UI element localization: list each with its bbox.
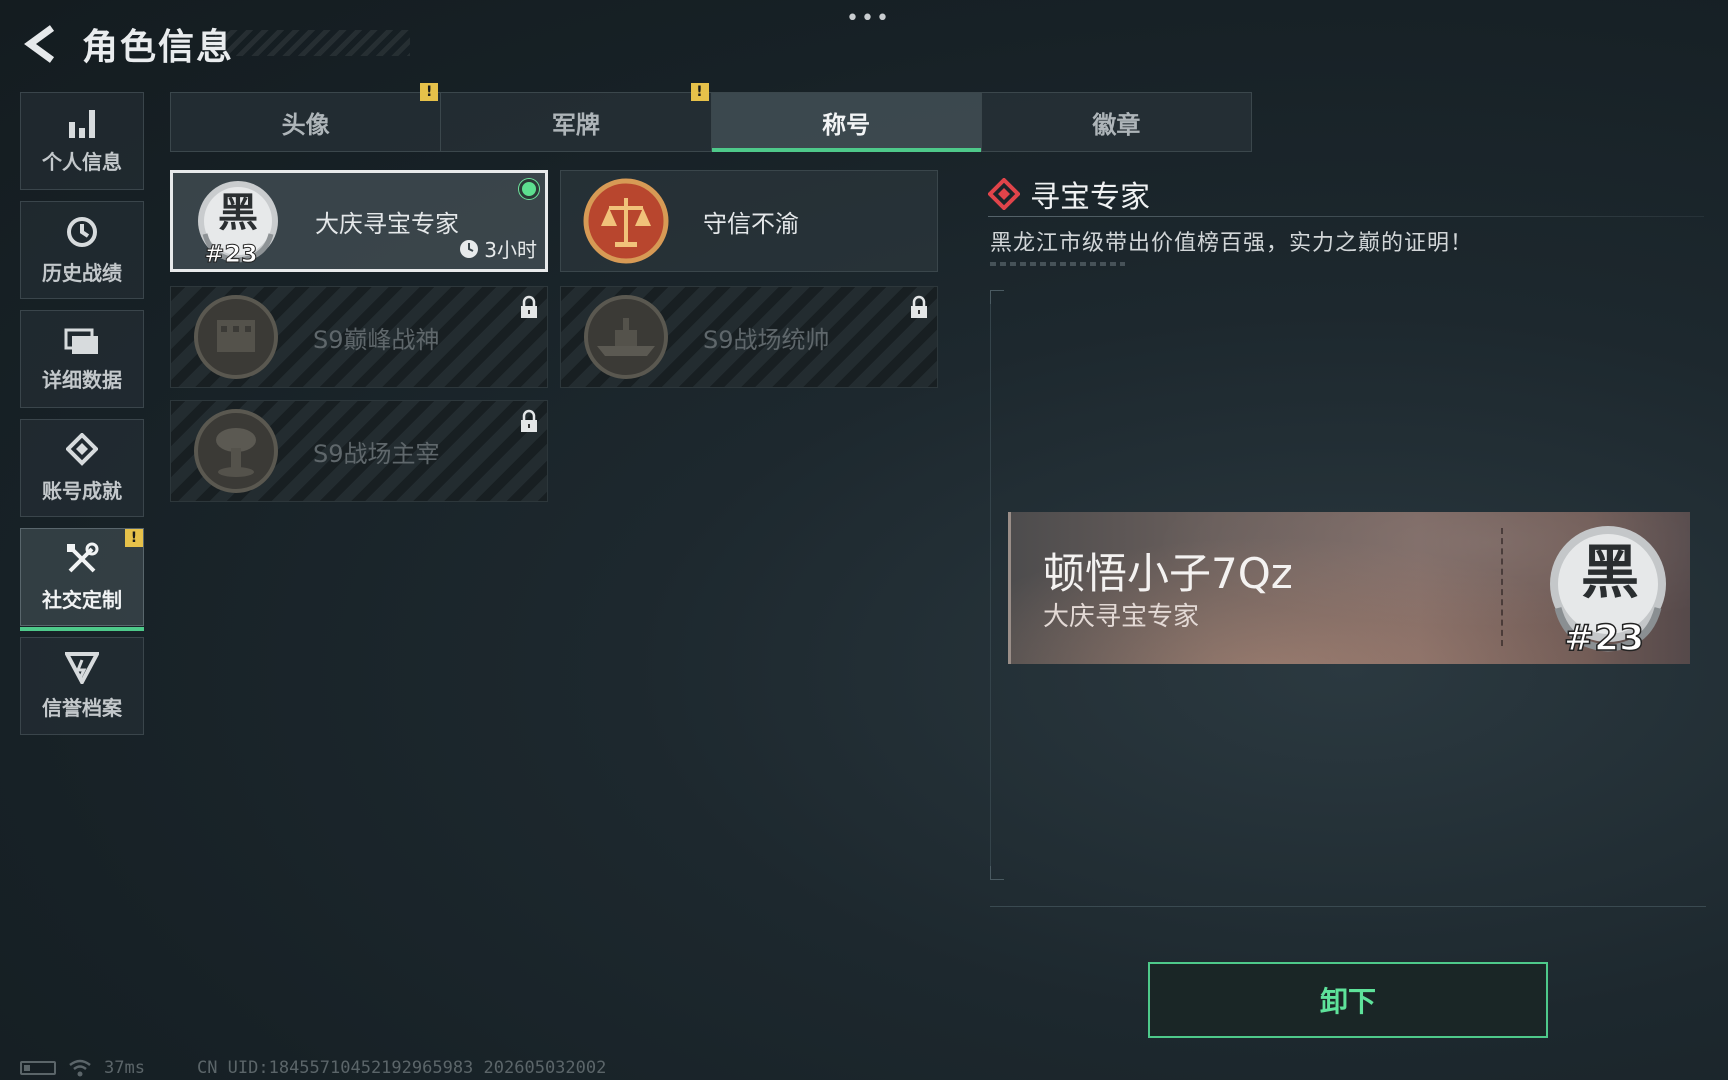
nav-label: 详细数据 [42, 367, 122, 392]
nameplate-preview: 顿悟小子7Qz 大庆寻宝专家 黑 #23 [1008, 512, 1690, 664]
title-card-daqing[interactable]: 黑 #23 大庆寻宝专家 3小时 [170, 170, 548, 272]
folder-icon [64, 328, 98, 354]
alert-badge: ! [690, 83, 709, 101]
scales-icon [583, 178, 669, 264]
tab-titles[interactable]: 称号 [711, 93, 982, 152]
title-name: S9巅峰战神 [313, 325, 440, 354]
title-name: S9战场统帅 [703, 325, 830, 354]
tab-bar: 头像 ! 军牌 ! 称号 徽章 [170, 83, 1252, 152]
tab-label: 称号 [822, 110, 871, 139]
player-name: 顿悟小子7Qz [1043, 549, 1293, 598]
nav-label: 历史战绩 [42, 260, 122, 285]
tools-icon [67, 542, 99, 572]
title-name: 大庆寻宝专家 [315, 209, 459, 238]
mushroom-cloud-badge-icon [194, 409, 278, 493]
tab-label: 头像 [281, 110, 330, 139]
wifi-icon [69, 1059, 91, 1077]
badge-rank: #23 [1564, 618, 1644, 658]
title-name: S9战场主宰 [313, 439, 440, 468]
alert-badge: ! [125, 529, 143, 547]
decoration [990, 262, 1125, 266]
nav-item-social[interactable]: ! 社交定制 [20, 528, 144, 631]
more-dots-icon[interactable]: ••• [846, 6, 891, 31]
status-footer: 37ms CN UID:1845571045219296598​3 202605… [20, 1058, 606, 1078]
warship-badge-icon [584, 295, 668, 379]
nav-label: 个人信息 [42, 149, 122, 174]
page-title: 角色信息 [82, 27, 235, 68]
timer-text: 3小时 [484, 238, 537, 262]
heilongjiang-badge-icon: 黑 #23 [1550, 526, 1666, 658]
tab-dogtag[interactable]: 军牌 ! [441, 83, 712, 151]
diamond-icon [988, 178, 1020, 210]
expiry-timer: 3小时 [459, 234, 537, 263]
frame-corner [990, 866, 1004, 880]
divider [990, 906, 1706, 907]
title-card-s9-peak[interactable]: S9巅峰战神 [170, 286, 548, 388]
nav-label: 社交定制 [42, 587, 122, 612]
detail-header: 寻宝专家 [988, 172, 1150, 216]
page-header: 角色信息 [20, 20, 234, 68]
back-button[interactable] [20, 20, 60, 68]
side-nav: 个人信息 历史战绩 详细数据 账号成就 ! 社交定制 信誉档案 [20, 92, 144, 746]
back-arrow-icon [24, 25, 55, 63]
title-card-trustworthy[interactable]: 守信不渝 [560, 170, 938, 272]
alert-badge: ! [420, 83, 439, 101]
title-card-s9-commander[interactable]: S9战场统帅 [560, 286, 938, 388]
plate-title: 大庆寻宝专家 [1043, 602, 1200, 632]
equipped-indicator [519, 179, 539, 199]
tab-badges[interactable]: 徽章 [982, 93, 1251, 151]
title-name: 守信不渝 [703, 209, 799, 238]
nav-item-profile[interactable]: 个人信息 [20, 92, 144, 190]
battery-icon [20, 1061, 56, 1075]
achievement-icon [66, 432, 98, 466]
detail-title: 寻宝专家 [1030, 180, 1150, 215]
nav-label: 信誉档案 [42, 695, 122, 720]
lock-icon [521, 295, 537, 318]
nav-item-history[interactable]: 历史战绩 [20, 201, 144, 299]
nav-item-reputation[interactable]: 信誉档案 [20, 637, 144, 735]
unequip-button[interactable]: 卸下 [1148, 962, 1548, 1038]
bar-chart-icon [69, 109, 95, 138]
divider [988, 216, 1704, 217]
nav-label: 账号成就 [42, 478, 122, 503]
tab-avatar[interactable]: 头像 ! [171, 83, 442, 151]
clock-icon [460, 239, 479, 258]
frame-corner [990, 290, 1004, 304]
tab-label: 徽章 [1092, 110, 1141, 139]
ping-value: 37ms [104, 1058, 145, 1078]
lock-icon [521, 409, 537, 432]
reputation-icon [65, 651, 99, 684]
nav-item-details[interactable]: 详细数据 [20, 310, 144, 408]
tab-label: 军牌 [551, 110, 600, 139]
title-card-s9-dominator[interactable]: S9战场主宰 [170, 400, 548, 502]
title-decoration [215, 30, 410, 56]
nav-item-achievements[interactable]: 账号成就 [20, 419, 144, 517]
badge-glyph: 黑 [1581, 538, 1639, 606]
building-badge-icon [194, 295, 278, 379]
history-clock-icon [67, 216, 97, 247]
badge-glyph: 黑 [218, 189, 258, 236]
lock-icon [911, 295, 927, 318]
uid-text: CN UID:1845571045219296598​3 20260503200… [196, 1058, 607, 1078]
perforation-line [1501, 528, 1503, 646]
detail-description: 黑龙江市级带出价值榜百强，实力之巅的证明！ [990, 231, 1474, 256]
badge-rank: #23 [204, 240, 258, 268]
heilongjiang-badge-icon: 黑 #23 [198, 181, 278, 268]
